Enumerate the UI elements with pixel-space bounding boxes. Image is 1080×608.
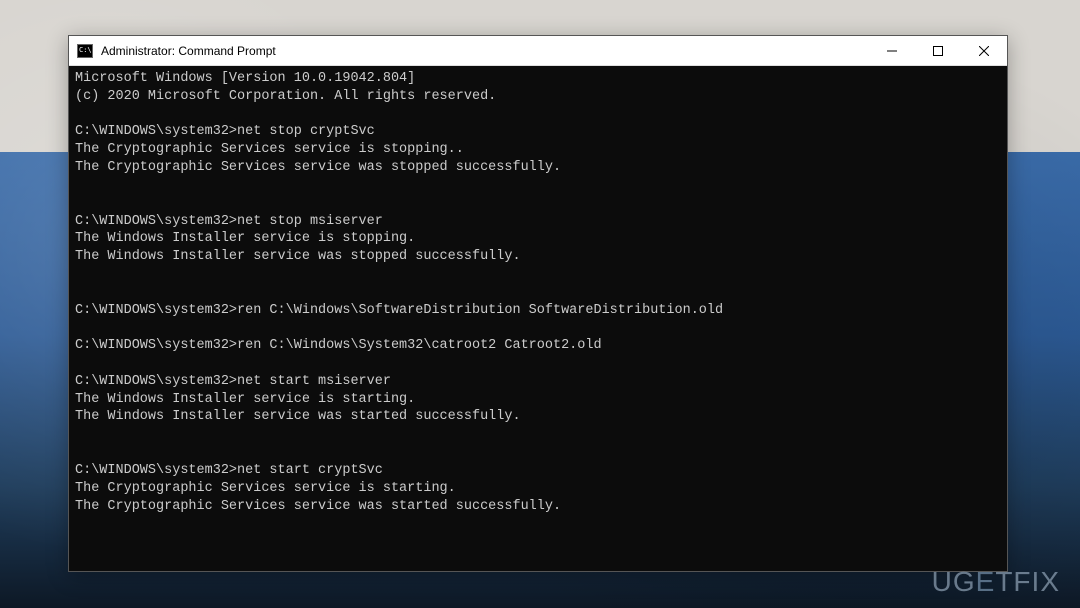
terminal-line: The Windows Installer service is startin… <box>75 391 1001 409</box>
terminal-line: The Cryptographic Services service is st… <box>75 480 1001 498</box>
close-icon <box>979 46 989 56</box>
terminal-line <box>75 266 1001 284</box>
minimize-icon <box>887 46 897 56</box>
terminal-line: C:\WINDOWS\system32>net start msiserver <box>75 373 1001 391</box>
terminal-line <box>75 319 1001 337</box>
terminal-line <box>75 533 1001 551</box>
terminal-line: The Windows Installer service was stoppe… <box>75 248 1001 266</box>
terminal-line: The Windows Installer service is stoppin… <box>75 230 1001 248</box>
window-titlebar[interactable]: Administrator: Command Prompt <box>69 36 1007 66</box>
terminal-line <box>75 426 1001 444</box>
maximize-icon <box>933 46 943 56</box>
terminal-line <box>75 284 1001 302</box>
window-controls <box>869 36 1007 65</box>
command-prompt-window: Administrator: Command Prompt Microsoft … <box>68 35 1008 572</box>
terminal-line: The Cryptographic Services service was s… <box>75 498 1001 516</box>
terminal-line: C:\WINDOWS\system32>ren C:\Windows\Softw… <box>75 302 1001 320</box>
terminal-line <box>75 355 1001 373</box>
watermark-logo: UGETFIX <box>932 566 1060 598</box>
terminal-line <box>75 106 1001 124</box>
minimize-button[interactable] <box>869 36 915 65</box>
terminal-line: C:\WINDOWS\system32>net stop cryptSvc <box>75 123 1001 141</box>
terminal-line <box>75 195 1001 213</box>
terminal-line: C:\WINDOWS\system32>net stop msiserver <box>75 213 1001 231</box>
terminal-line: The Cryptographic Services service was s… <box>75 159 1001 177</box>
terminal-line <box>75 444 1001 462</box>
watermark-prefix: UG <box>932 566 976 597</box>
close-button[interactable] <box>961 36 1007 65</box>
terminal-line: C:\WINDOWS\system32>ren C:\Windows\Syste… <box>75 337 1001 355</box>
terminal-line: The Windows Installer service was starte… <box>75 408 1001 426</box>
terminal-line: The Cryptographic Services service is st… <box>75 141 1001 159</box>
watermark-suffix: TFIX <box>995 566 1060 597</box>
cmd-icon <box>77 44 93 58</box>
terminal-line <box>75 177 1001 195</box>
terminal-line: Microsoft Windows [Version 10.0.19042.80… <box>75 70 1001 88</box>
watermark-accent: E <box>976 566 996 597</box>
maximize-button[interactable] <box>915 36 961 65</box>
window-title: Administrator: Command Prompt <box>101 44 869 58</box>
terminal-line <box>75 515 1001 533</box>
terminal-line: (c) 2020 Microsoft Corporation. All righ… <box>75 88 1001 106</box>
terminal-line: C:\WINDOWS\system32>net start cryptSvc <box>75 462 1001 480</box>
terminal-output[interactable]: Microsoft Windows [Version 10.0.19042.80… <box>69 66 1007 571</box>
